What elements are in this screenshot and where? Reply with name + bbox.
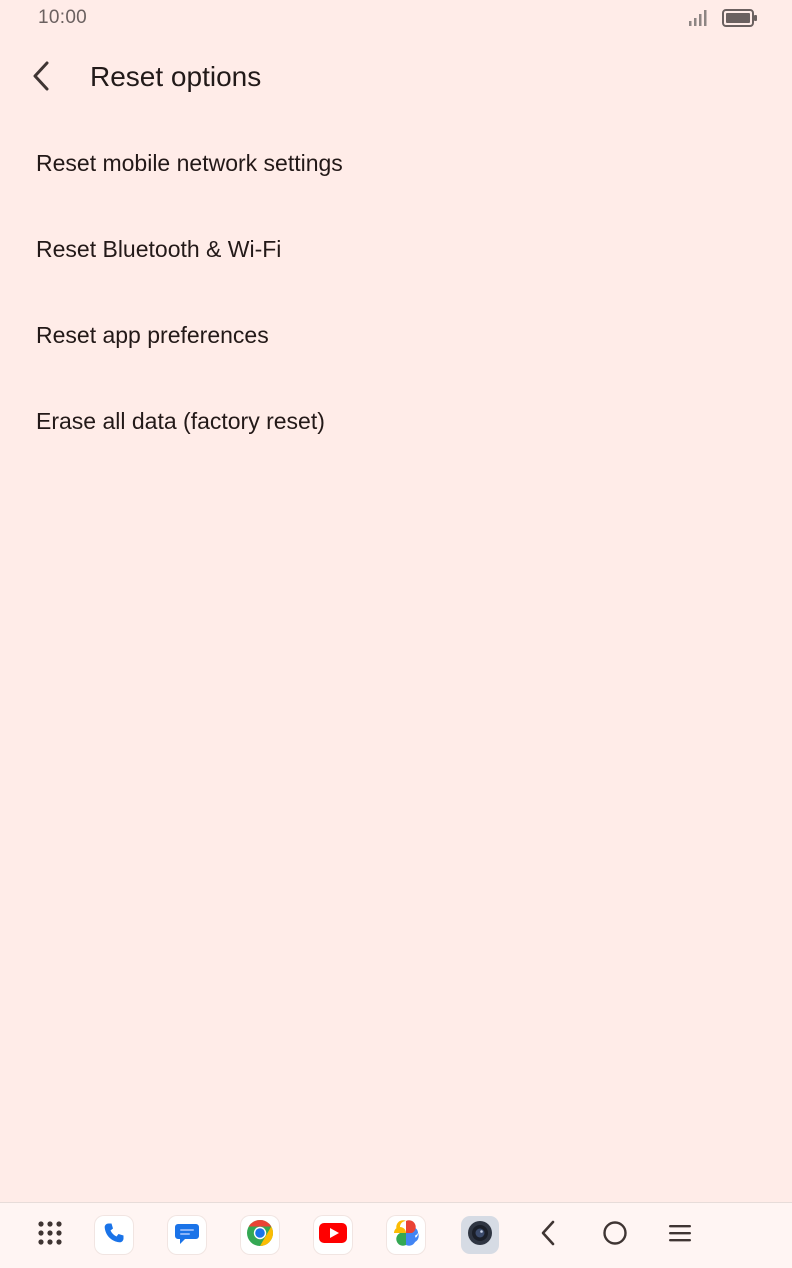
back-arrow-icon: [30, 60, 54, 97]
recents-nav-icon: [667, 1222, 693, 1249]
reset-bluetooth-wifi-option[interactable]: Reset Bluetooth & Wi-Fi: [0, 206, 792, 292]
system-home-button[interactable]: [596, 1216, 634, 1254]
back-button[interactable]: [22, 56, 62, 100]
option-label: Reset mobile network settings: [36, 149, 343, 176]
messages-app-icon: [174, 1220, 200, 1251]
taskbar: [0, 1202, 792, 1268]
home-nav-icon: [601, 1219, 629, 1252]
system-recents-button[interactable]: [661, 1216, 699, 1254]
reset-options-list: Reset mobile network settings Reset Blue…: [0, 120, 792, 464]
youtube-app-icon: [319, 1222, 347, 1248]
app-grid-button[interactable]: [31, 1216, 69, 1254]
top-app-bar: Reset options: [0, 48, 792, 108]
phone-app-button[interactable]: [95, 1216, 133, 1254]
battery-icon: [722, 8, 758, 33]
messages-app-button[interactable]: [168, 1216, 206, 1254]
phone-app-icon: [102, 1221, 126, 1250]
reset-mobile-network-option[interactable]: Reset mobile network settings: [0, 120, 792, 206]
option-label: Erase all data (factory reset): [36, 407, 325, 434]
reset-app-preferences-option[interactable]: Reset app preferences: [0, 292, 792, 378]
page-title: Reset options: [90, 61, 262, 92]
factory-reset-option[interactable]: Erase all data (factory reset): [0, 378, 792, 464]
camera-app-button[interactable]: [461, 1216, 499, 1254]
option-label: Reset Bluetooth & Wi-Fi: [36, 235, 282, 262]
status-bar: 10:00: [0, 0, 792, 38]
photos-app-icon: [392, 1219, 420, 1252]
chrome-app-button[interactable]: [241, 1216, 279, 1254]
back-nav-icon: [538, 1219, 558, 1252]
app-grid-icon: [37, 1220, 63, 1251]
status-time: 10:00: [38, 7, 88, 28]
option-label: Reset app preferences: [36, 321, 269, 348]
photos-app-button[interactable]: [387, 1216, 425, 1254]
camera-app-icon: [466, 1219, 494, 1252]
chrome-app-icon: [246, 1219, 274, 1252]
system-back-button[interactable]: [529, 1216, 567, 1254]
signal-icon: [688, 9, 708, 32]
youtube-app-button[interactable]: [314, 1216, 352, 1254]
status-icons: [688, 8, 758, 33]
